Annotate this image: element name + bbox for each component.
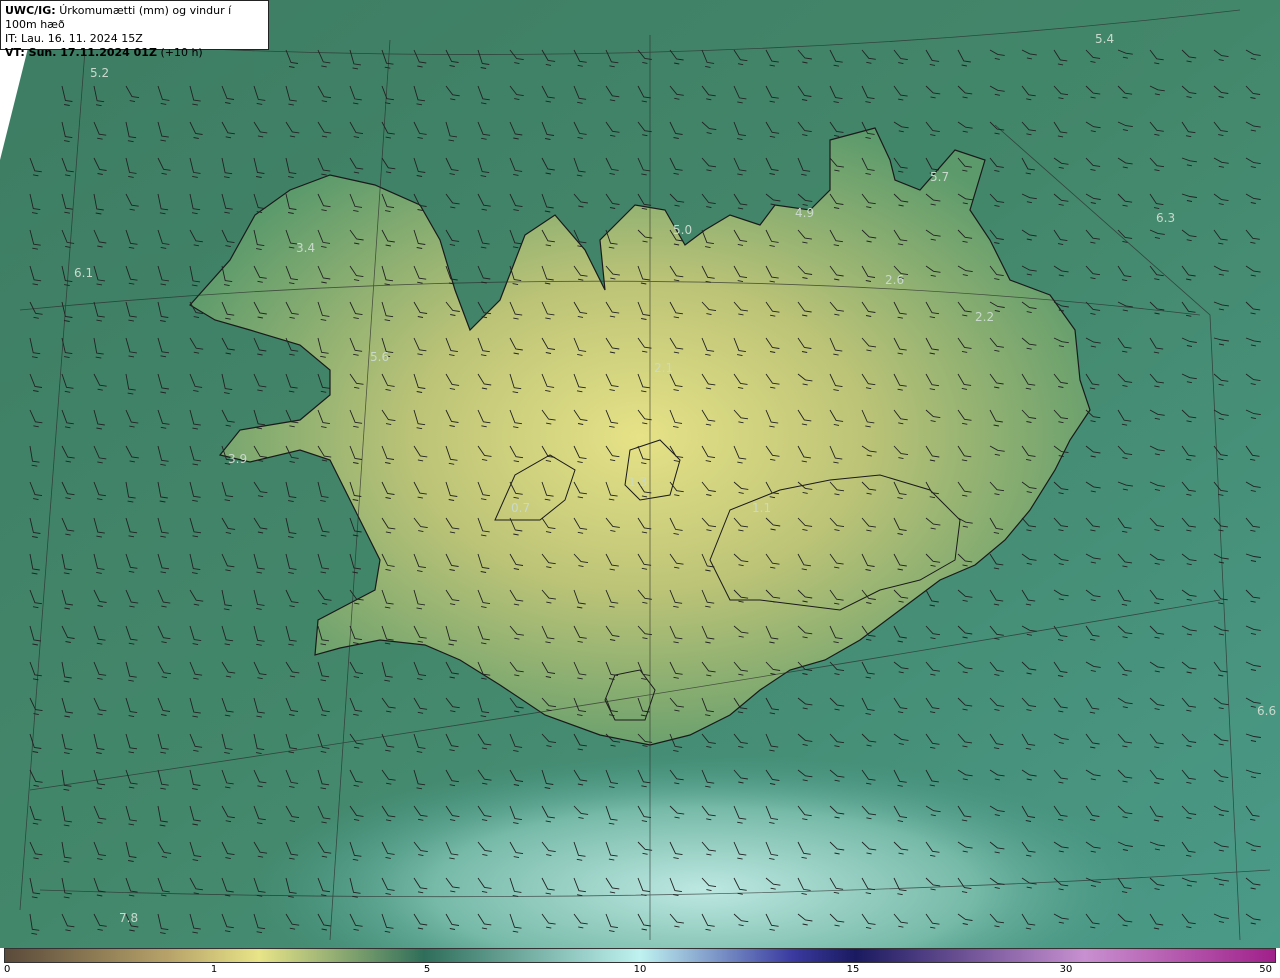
point-value: 0.7 xyxy=(511,501,530,515)
model-label: UWC/IG: xyxy=(5,4,56,17)
colorbar-tick: 10 xyxy=(633,964,647,975)
point-value: 3.9 xyxy=(228,452,247,466)
colorbar-tick: 15 xyxy=(846,964,860,975)
colorbar-tick: 5 xyxy=(423,964,431,975)
point-value: 5.2 xyxy=(90,66,109,80)
point-value: 1.1 xyxy=(752,501,771,515)
colorbar: 0 1 5 10 15 30 50 xyxy=(0,948,1280,978)
point-value: 5.6 xyxy=(370,350,389,364)
point-value: 6.3 xyxy=(1156,211,1175,225)
point-value: 2.2 xyxy=(975,310,994,324)
point-value: 1.3 xyxy=(628,475,647,489)
valid-time: VT: Sun. 17.11.2024 01Z xyxy=(5,46,157,59)
point-value: 5.7 xyxy=(930,170,949,184)
point-value: 7.8 xyxy=(119,911,138,925)
point-value: 2.1 xyxy=(654,361,673,375)
point-value: 6.1 xyxy=(74,266,93,280)
point-value: 2.6 xyxy=(885,273,904,287)
valid-offset: (+10 h) xyxy=(160,46,203,59)
colorbar-tick: 1 xyxy=(210,964,218,975)
colorbar-tick: 0 xyxy=(4,964,11,975)
point-value: 5.4 xyxy=(1095,32,1114,46)
colorbar-tick: 30 xyxy=(1059,964,1073,975)
colorbar-strip xyxy=(4,948,1276,963)
precipitation-wind-map: 5.2 5.4 6.1 3.4 5.6 5.0 4.9 5.7 6.3 2.6 … xyxy=(0,0,1280,948)
colorbar-tick: 50 xyxy=(1259,964,1272,975)
issue-time: IT: Lau. 16. 11. 2024 15Z xyxy=(5,32,143,45)
point-value: 3.4 xyxy=(296,241,315,255)
point-value: 6.6 xyxy=(1257,704,1276,718)
point-value: 5.0 xyxy=(673,223,692,237)
point-value: 4.9 xyxy=(795,206,814,220)
map-title-box: UWC/IG: Úrkomumætti (mm) og vindur í 100… xyxy=(0,0,269,59)
